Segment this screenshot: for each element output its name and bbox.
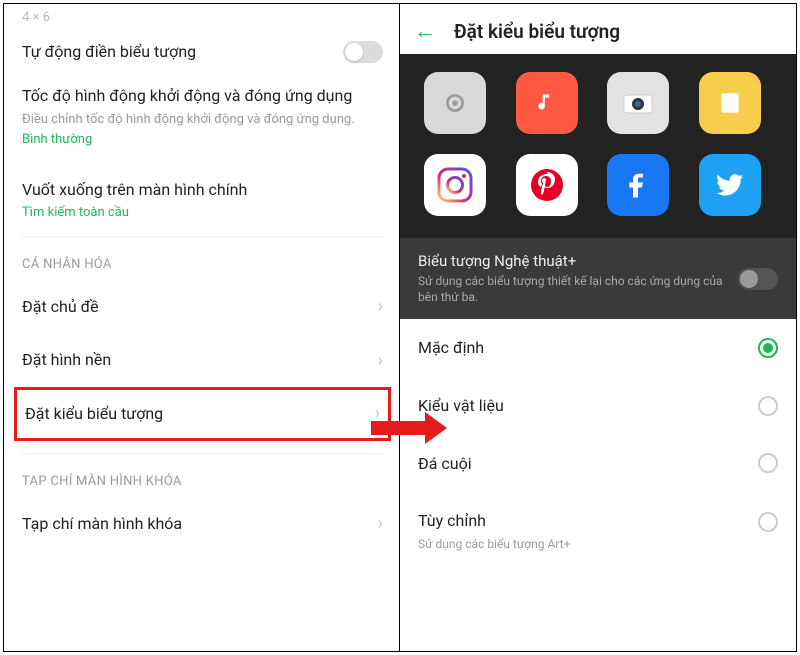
toggle-off-icon[interactable] xyxy=(343,41,383,63)
art-icons-row[interactable]: Biểu tượng Nghệ thuật+ Sử dụng các biểu … xyxy=(400,238,796,319)
lockscreen-mag-row[interactable]: Tạp chí màn hình khóa › xyxy=(4,497,401,551)
back-arrow-icon[interactable]: ← xyxy=(414,18,436,44)
settings-home-panel: 4 × 6 Tự động điền biểu tượng Tốc độ hìn… xyxy=(4,4,401,651)
section-lockscreen: TẠP CHÍ MÀN HÌNH KHÓA xyxy=(4,454,401,497)
section-personalization: CÁ NHÂN HÓA xyxy=(4,237,401,280)
tutorial-arrow-icon xyxy=(371,412,447,444)
icon-preview-area xyxy=(400,54,796,238)
chevron-right-icon: › xyxy=(368,296,383,317)
art-icons-sub: Sử dụng các biểu tượng thiết kế lại cho … xyxy=(418,273,738,305)
radio-unselected-icon[interactable] xyxy=(758,396,778,416)
set-wallpaper-label: Đặt hình nền xyxy=(22,349,111,371)
set-theme-row[interactable]: Đặt chủ đề › xyxy=(4,280,401,334)
opt-pebble-label: Đá cuội xyxy=(418,453,472,475)
camera-app-icon xyxy=(607,72,669,134)
option-material[interactable]: Kiểu vật liệu xyxy=(400,377,796,435)
toggle-off-icon[interactable] xyxy=(738,268,778,290)
art-icons-title: Biểu tượng Nghệ thuật+ xyxy=(418,252,738,270)
lockscreen-mag-label: Tạp chí màn hình khóa xyxy=(22,513,182,535)
swipe-title: Vuốt xuống trên màn hình chính xyxy=(22,179,383,201)
notes-app-icon xyxy=(699,72,761,134)
radio-selected-icon[interactable] xyxy=(758,338,778,358)
set-icon-style-row[interactable]: Đặt kiểu biểu tượng › xyxy=(14,387,391,441)
panel-title: Đặt kiểu biểu tượng xyxy=(454,20,620,43)
anim-sub: Điều chỉnh tốc độ hình động khởi động và… xyxy=(22,111,383,129)
set-icon-style-label: Đặt kiểu biểu tượng xyxy=(25,403,163,425)
anim-speed-row[interactable]: Tốc độ hình động khởi động và đóng ứng d… xyxy=(4,79,401,163)
instagram-app-icon xyxy=(424,154,486,216)
panel-header: ← Đặt kiểu biểu tượng xyxy=(400,4,796,54)
radio-unselected-icon[interactable] xyxy=(758,453,778,473)
opt-default-label: Mặc định xyxy=(418,337,484,359)
opt-custom-sub: Sử dụng các biểu tượng Art+ xyxy=(418,536,778,552)
option-custom[interactable]: Tùy chỉnh Sử dụng các biểu tượng Art+ xyxy=(400,492,796,570)
pinterest-app-icon xyxy=(516,154,578,216)
swipe-value: Tìm kiếm toàn cầu xyxy=(22,205,383,220)
opt-custom-label: Tùy chỉnh xyxy=(418,510,778,532)
anim-title: Tốc độ hình động khởi động và đóng ứng d… xyxy=(22,85,383,107)
swipe-down-row[interactable]: Vuốt xuống trên màn hình chính Tìm kiếm … xyxy=(4,163,401,236)
anim-value: Bình thường xyxy=(22,132,383,147)
layout-crumb: 4 × 6 xyxy=(4,4,401,25)
auto-fill-row[interactable]: Tự động điền biểu tượng xyxy=(4,25,401,79)
set-wallpaper-row[interactable]: Đặt hình nền › xyxy=(4,333,401,387)
facebook-app-icon xyxy=(607,154,669,216)
option-default[interactable]: Mặc định xyxy=(400,319,796,377)
icon-style-panel: ← Đặt kiểu biểu tượng xyxy=(399,4,796,651)
option-pebble[interactable]: Đá cuội xyxy=(400,435,796,493)
settings-app-icon xyxy=(424,72,486,134)
auto-fill-label: Tự động điền biểu tượng xyxy=(22,41,343,63)
chevron-right-icon: › xyxy=(368,350,383,371)
twitter-app-icon xyxy=(699,154,761,216)
chevron-right-icon: › xyxy=(368,513,383,534)
music-app-icon xyxy=(516,72,578,134)
set-theme-label: Đặt chủ đề xyxy=(22,296,99,318)
